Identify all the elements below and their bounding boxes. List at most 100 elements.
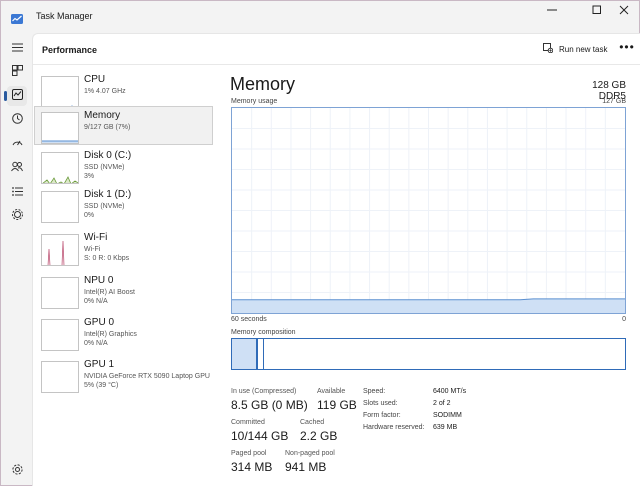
resource-disk-0[interactable]: Disk 0 (C:) SSD (NVMe) 3% <box>34 146 213 185</box>
nav-processes-button[interactable] <box>7 62 27 82</box>
run-task-label: Run new task <box>559 44 608 54</box>
resource-detail: Intel(R) AI Boost <box>84 289 135 296</box>
spec-speed-value: 6400 MT/s <box>433 388 467 395</box>
resource-name: Disk 1 (D:) <box>84 189 132 200</box>
resource-name: CPU <box>84 74 106 85</box>
task-manager-window: Task Manager Performance Run new task ••… <box>0 0 640 486</box>
spec-form-factor-value: SODIMM <box>433 412 462 419</box>
stat-committed-label: Committed <box>231 419 265 426</box>
resource-detail: Wi-Fi <box>84 246 101 253</box>
nav-app-history-button[interactable] <box>7 110 27 130</box>
minimize-icon <box>547 2 557 20</box>
disk-1-thumbnail <box>41 191 79 223</box>
hamburger-icon <box>11 39 23 57</box>
header-divider <box>33 64 640 65</box>
graph-time-right: 0 <box>622 316 626 323</box>
disk-0-thumb-line <box>42 176 78 183</box>
nav-details-button[interactable] <box>7 182 27 202</box>
composition-modified <box>260 339 264 369</box>
resource-detail: NVIDIA GeForce RTX 5090 Laptop GPU <box>84 373 210 380</box>
nav-settings-button[interactable] <box>7 461 27 481</box>
cpu-thumbnail <box>41 76 79 108</box>
wifi-thumb-line <box>47 240 65 265</box>
resource-usage: 3% <box>84 173 95 180</box>
resource-detail: 1% 4.07 GHz <box>84 88 126 95</box>
resource-detail: 9/127 GB (7%) <box>84 124 131 131</box>
resource-cpu[interactable]: CPU 1% 4.07 GHz <box>34 70 213 109</box>
close-button[interactable] <box>607 1 640 21</box>
stat-paged-pool-value: 314 MB <box>231 460 273 474</box>
nav-menu-button[interactable] <box>7 38 27 58</box>
resource-detail: SSD (NVMe) <box>84 164 125 171</box>
run-new-task-button[interactable]: Run new task <box>543 43 607 55</box>
stat-committed-value: 10/144 GB <box>231 429 289 443</box>
navigation-rail <box>1 33 32 485</box>
title-bar: Task Manager <box>1 1 639 33</box>
resource-usage: 5% (39 °C) <box>84 382 119 389</box>
resource-name: Wi-Fi <box>84 232 108 243</box>
resource-usage: 0% <box>84 212 95 219</box>
page-title: Performance <box>42 45 98 55</box>
resource-name: Disk 0 (C:) <box>84 150 132 161</box>
resource-disk-1[interactable]: Disk 1 (D:) SSD (NVMe) 0% <box>34 185 213 224</box>
stat-available-label: Available <box>317 388 346 395</box>
resource-usage: S: 0 R: 0 Kbps <box>84 255 130 262</box>
resource-gpu-1[interactable]: GPU 1 NVIDIA GeForce RTX 5090 Laptop GPU… <box>34 355 213 394</box>
stat-cached-label: Cached <box>300 419 325 426</box>
stat-in-use-value: 8.5 GB (0 MB) <box>231 398 308 412</box>
performance-page: Performance Run new task ••• CPU 1% 4.07… <box>32 33 640 486</box>
gpu-1-thumbnail <box>41 361 79 393</box>
resource-name: Memory <box>84 110 121 121</box>
resource-wifi[interactable]: Wi-Fi Wi-Fi S: 0 R: 0 Kbps <box>34 228 213 267</box>
resource-usage: 0% N/A <box>84 340 108 347</box>
resource-detail: SSD (NVMe) <box>84 203 125 210</box>
memory-usage-chart <box>232 108 625 313</box>
performance-icon <box>11 87 23 105</box>
wifi-thumbnail <box>41 234 79 266</box>
disk-0-thumbnail <box>41 152 79 184</box>
resource-name: GPU 0 <box>84 317 115 328</box>
stat-paged-pool-label: Paged pool <box>231 450 267 457</box>
memory-usage-max: 127 GB <box>602 98 626 105</box>
nav-services-button[interactable] <box>7 206 27 226</box>
more-options-button[interactable]: ••• <box>618 41 636 56</box>
services-icon <box>11 207 23 225</box>
memory-thumbnail <box>41 112 79 144</box>
minimize-button[interactable] <box>535 1 569 21</box>
resource-usage: 0% N/A <box>84 298 108 305</box>
startup-icon <box>12 135 23 153</box>
stat-available-value: 119 GB <box>317 398 357 412</box>
window-title: Task Manager <box>36 11 93 21</box>
spec-form-factor-label: Form factor: <box>363 412 401 419</box>
nav-users-button[interactable] <box>7 158 27 178</box>
resource-name: NPU 0 <box>84 275 114 286</box>
resource-gpu-0[interactable]: GPU 0 Intel(R) Graphics 0% N/A <box>34 313 213 352</box>
stat-non-paged-pool-label: Non-paged pool <box>285 450 335 457</box>
maximize-icon <box>592 2 602 20</box>
resource-memory[interactable]: Memory 9/127 GB (7%) <box>34 106 213 145</box>
npu-0-thumbnail <box>41 277 79 309</box>
spec-speed-label: Speed: <box>363 388 386 395</box>
processes-icon <box>11 63 23 81</box>
memory-composition-label: Memory composition <box>231 329 296 336</box>
resource-npu-0[interactable]: NPU 0 Intel(R) AI Boost 0% N/A <box>34 271 213 310</box>
stat-in-use-label: In use (Compressed) <box>231 388 297 395</box>
run-task-icon <box>543 43 554 55</box>
memory-usage-label: Memory usage <box>231 98 278 105</box>
users-icon <box>11 159 23 177</box>
graph-time-left: 60 seconds <box>231 316 267 323</box>
memory-title: Memory <box>230 74 296 94</box>
nav-performance-button[interactable] <box>4 86 27 106</box>
stat-cached-value: 2.2 GB <box>300 429 338 443</box>
composition-in-use <box>232 339 258 369</box>
app-history-icon <box>11 111 23 129</box>
spec-hardware-reserved-value: 639 MB <box>433 424 458 431</box>
settings-icon <box>11 462 23 480</box>
gpu-0-thumbnail <box>41 319 79 351</box>
nav-startup-button[interactable] <box>7 134 27 154</box>
memory-usage-area <box>232 298 625 313</box>
memory-composition-bar <box>231 338 626 370</box>
close-icon <box>619 2 629 20</box>
resource-name: GPU 1 <box>84 359 115 370</box>
stat-non-paged-pool-value: 941 MB <box>285 460 327 474</box>
